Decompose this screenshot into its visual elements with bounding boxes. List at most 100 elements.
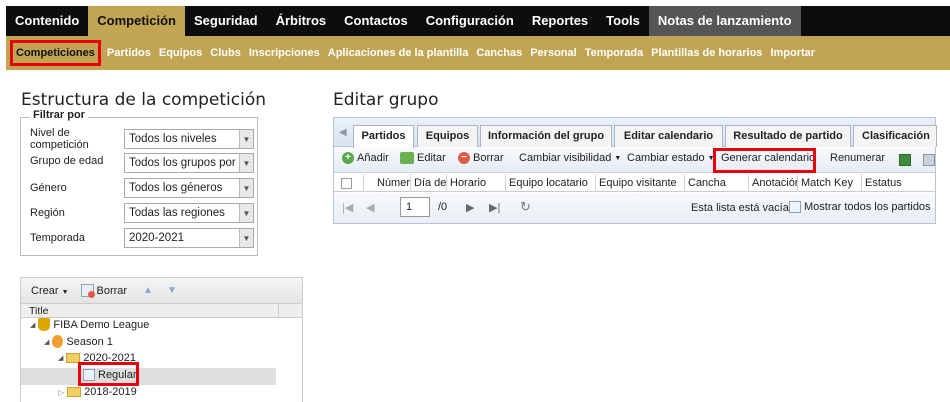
- subnav-plantillas[interactable]: Plantillas de horarios: [647, 47, 766, 59]
- tree-header: Title: [21, 304, 302, 318]
- subnav-importar[interactable]: Importar: [766, 47, 819, 59]
- subnav-temporada[interactable]: Temporada: [581, 47, 647, 59]
- nav-tab-tools[interactable]: Tools: [597, 6, 649, 36]
- grupo-select[interactable]: Todos los grupos por ▼: [124, 153, 254, 173]
- print-icon[interactable]: [923, 154, 935, 166]
- highlight-generate-calendar: [713, 148, 816, 173]
- genero-select[interactable]: Todos los géneros ▼: [124, 178, 254, 198]
- tab-resultado[interactable]: Resultado de partido: [725, 125, 851, 147]
- excel-icon[interactable]: [899, 154, 911, 166]
- tree-delete-button[interactable]: Borrar: [80, 284, 127, 298]
- empty-list-text: Esta lista está vacía: [691, 202, 789, 214]
- trophy-icon: [38, 318, 51, 331]
- nav-tab-contenido[interactable]: Contenido: [6, 6, 88, 36]
- tree-node-2018[interactable]: ▷ 2018-2019: [58, 386, 137, 398]
- col-horario[interactable]: Horario: [447, 174, 506, 192]
- edit-group-title: Editar grupo: [333, 90, 439, 110]
- nav-tab-notas[interactable]: Notas de lanzamiento: [648, 6, 801, 36]
- sub-navigation: Competiciones Partidos Equipos Clubs Ins…: [6, 36, 950, 70]
- grid-header: Número Día de Horario Equipo locatario E…: [334, 174, 935, 192]
- filter-label: Temporada: [30, 232, 86, 244]
- create-button[interactable]: Crear ▼: [31, 285, 69, 297]
- filter-label: Género: [30, 182, 67, 194]
- caret-down-icon: ◢: [44, 338, 50, 346]
- change-visibility-button[interactable]: Cambiar visibilidad ▼: [519, 152, 621, 164]
- nav-tab-seguridad[interactable]: Seguridad: [185, 6, 267, 36]
- tab-partidos[interactable]: Partidos: [353, 125, 414, 148]
- chevron-down-icon: ▼: [239, 229, 253, 247]
- subnav-partidos[interactable]: Partidos: [103, 47, 155, 59]
- tab-equipos[interactable]: Equipos: [417, 125, 478, 147]
- page-input[interactable]: 1: [400, 197, 430, 217]
- structure-title: Estructura de la competición: [21, 90, 267, 110]
- subnav-competiciones[interactable]: Competiciones: [10, 40, 101, 66]
- page-count: /0: [438, 201, 448, 213]
- nav-tab-arbitros[interactable]: Árbitros: [267, 6, 336, 36]
- change-state-button[interactable]: Cambiar estado ▼: [627, 152, 715, 164]
- tab-informacion[interactable]: Información del grupo: [480, 125, 612, 147]
- last-page-icon[interactable]: ▶|: [489, 201, 500, 214]
- subnav-canchas[interactable]: Canchas: [472, 47, 526, 59]
- col-dia[interactable]: Día de: [411, 174, 447, 192]
- add-button[interactable]: + Añadir: [342, 152, 389, 164]
- top-navigation: Contenido Competición Seguridad Árbitros…: [6, 6, 950, 36]
- nav-tab-competicion[interactable]: Competición: [88, 6, 185, 36]
- delete-button[interactable]: − Borrar: [458, 152, 504, 164]
- col-visitante[interactable]: Equipo visitante: [596, 174, 685, 192]
- filter-label: Región: [30, 207, 65, 219]
- filter-row-temporada: Temporada 2020-2021 ▼: [30, 228, 255, 248]
- next-page-icon[interactable]: ▶: [466, 201, 474, 214]
- prev-page-icon[interactable]: ◀: [366, 201, 374, 214]
- group-tabstrip: ◀ Partidos Equipos Información del grupo…: [334, 118, 937, 148]
- subnav-inscripciones[interactable]: Inscripciones: [245, 47, 324, 59]
- tab-editar-calendario[interactable]: Editar calendario: [614, 125, 723, 147]
- renumber-button[interactable]: Renumerar: [830, 152, 885, 164]
- chevron-down-icon: ▼: [239, 130, 253, 148]
- caret-down-icon: ◢: [30, 321, 36, 329]
- list-icon: [789, 201, 801, 213]
- delete-icon: −: [458, 152, 470, 164]
- region-select[interactable]: Todas las regiones ▼: [124, 203, 254, 223]
- checkbox[interactable]: [341, 178, 352, 189]
- filter-row-nivel: Nivel de competición Todos los niveles ▼: [30, 127, 255, 151]
- subnav-aplicaciones[interactable]: Aplicaciones de la plantilla: [324, 47, 473, 59]
- nav-tab-configuracion[interactable]: Configuración: [417, 6, 523, 36]
- grid-toolbar: + Añadir Editar − Borrar Cambiar visibilid…: [334, 148, 935, 173]
- col-match-key[interactable]: Match Key: [798, 174, 862, 192]
- first-page-icon[interactable]: |◀: [342, 201, 353, 214]
- medal-icon: [52, 335, 64, 348]
- filter-row-grupo: Grupo de edad Todos los grupos por ▼: [30, 153, 255, 173]
- col-cancha[interactable]: Cancha: [685, 174, 749, 192]
- nivel-select[interactable]: Todos los niveles ▼: [124, 129, 254, 149]
- edit-button[interactable]: Editar: [400, 152, 446, 164]
- subnav-equipos[interactable]: Equipos: [155, 47, 206, 59]
- add-icon: +: [342, 152, 354, 164]
- col-estatus[interactable]: Estatus: [862, 174, 935, 192]
- col-numero[interactable]: Número: [374, 174, 411, 192]
- filter-row-genero: Género Todos los géneros ▼: [30, 178, 255, 198]
- grid-pager: |◀ ◀ 1 /0 ▶ ▶| ↻ Esta lista está vacía M…: [334, 193, 935, 223]
- temporada-select[interactable]: 2020-2021 ▼: [124, 228, 254, 248]
- subnav-personal[interactable]: Personal: [526, 47, 580, 59]
- edit-icon: [400, 152, 414, 164]
- col-anotacion[interactable]: Anotación: [749, 174, 798, 192]
- scroll-left-icon[interactable]: ◀: [339, 127, 347, 138]
- move-up-icon[interactable]: ▲: [143, 285, 153, 296]
- folder-icon: [67, 387, 82, 397]
- tree-toolbar: Crear ▼ Borrar ▲ ▼: [21, 278, 302, 304]
- filter-legend: Filtrar por: [30, 109, 88, 121]
- show-all-button[interactable]: Mostrar todos los partidos: [789, 201, 931, 213]
- tab-clasificacion[interactable]: Clasificación: [853, 125, 937, 147]
- tree-node-league[interactable]: ◢ FIBA Demo League: [30, 318, 149, 331]
- move-down-icon[interactable]: ▼: [167, 285, 177, 296]
- filter-label: Nivel de competición: [30, 127, 89, 151]
- col-local[interactable]: Equipo locatario: [506, 174, 596, 192]
- filter-row-region: Región Todas las regiones ▼: [30, 203, 255, 223]
- nav-tab-reportes[interactable]: Reportes: [523, 6, 597, 36]
- refresh-icon[interactable]: ↻: [520, 199, 531, 215]
- tree-node-season[interactable]: ◢ Season 1: [44, 335, 113, 348]
- tree-selected-row: [21, 368, 276, 385]
- nav-tab-contactos[interactable]: Contactos: [335, 6, 417, 36]
- chevron-down-icon: ▼: [239, 154, 253, 172]
- subnav-clubs[interactable]: Clubs: [206, 47, 245, 59]
